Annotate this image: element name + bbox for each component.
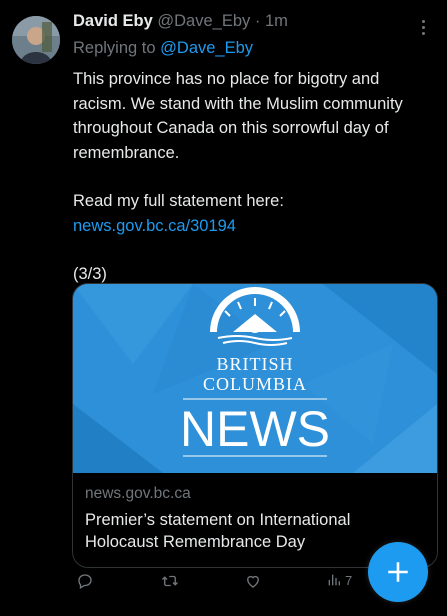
compose-plus-icon bbox=[388, 562, 408, 582]
link-preview-card[interactable]: BRITISH COLUMBIA NEWS news.gov.bc.ca Pre… bbox=[72, 283, 438, 568]
reply-handle-link[interactable]: @Dave_Eby bbox=[160, 39, 253, 57]
reply-icon bbox=[78, 574, 92, 589]
action-bar: 7 bbox=[72, 572, 372, 596]
replying-to: Replying to @Dave_Eby bbox=[73, 39, 253, 58]
views-button[interactable]: 7 bbox=[326, 572, 352, 588]
statement-link[interactable]: news.gov.bc.ca/30194 bbox=[73, 217, 236, 235]
logo-line1: BRITISH bbox=[216, 354, 293, 374]
replying-to-label: Replying to bbox=[73, 39, 156, 57]
statement-paragraph: Read my full statement here: news.gov.bc… bbox=[73, 189, 433, 238]
retweet-button[interactable] bbox=[160, 572, 180, 590]
author-name[interactable]: David Eby bbox=[73, 12, 153, 30]
statement-prefix: Read my full statement here: bbox=[73, 192, 284, 210]
separator: · bbox=[254, 12, 261, 30]
card-text: news.gov.bc.ca Premier’s statement on In… bbox=[73, 473, 437, 553]
author-handle[interactable]: @Dave_Eby bbox=[157, 12, 250, 30]
views-icon bbox=[328, 574, 340, 586]
logo-line2: COLUMBIA bbox=[203, 374, 307, 394]
bc-news-logo: BRITISH COLUMBIA NEWS bbox=[73, 284, 437, 473]
tweet-body: This province has no place for bigotry a… bbox=[73, 67, 433, 287]
avatar-photo bbox=[12, 16, 60, 64]
compose-button[interactable] bbox=[368, 542, 428, 602]
tweet-header: David Eby @Dave_Eby · 1m bbox=[73, 12, 407, 31]
like-button[interactable] bbox=[244, 572, 262, 590]
card-domain: news.gov.bc.ca bbox=[85, 485, 191, 502]
more-icon[interactable] bbox=[413, 16, 433, 38]
tweet-text: This province has no place for bigotry a… bbox=[73, 70, 403, 162]
timestamp[interactable]: 1m bbox=[265, 12, 288, 30]
views-count: 7 bbox=[345, 572, 353, 588]
card-image: BRITISH COLUMBIA NEWS bbox=[73, 284, 437, 473]
card-title: Premier’s statement on International Hol… bbox=[85, 511, 351, 551]
reply-button[interactable] bbox=[76, 572, 94, 590]
avatar[interactable] bbox=[12, 16, 60, 64]
like-icon bbox=[247, 575, 259, 588]
logo-news: NEWS bbox=[180, 401, 330, 457]
retweet-icon bbox=[162, 575, 178, 587]
